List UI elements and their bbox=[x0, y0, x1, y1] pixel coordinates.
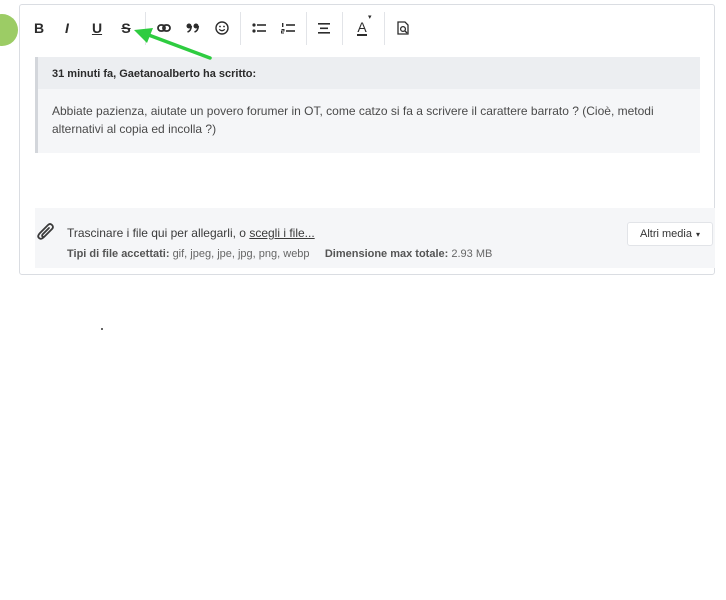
toolbar-divider bbox=[145, 12, 146, 45]
stray-dot bbox=[101, 328, 103, 330]
strikethrough-icon: S bbox=[121, 20, 131, 36]
link-icon bbox=[157, 24, 171, 32]
choose-files-link[interactable]: scegli i file... bbox=[249, 226, 314, 240]
underline-button[interactable]: U bbox=[84, 15, 110, 41]
quote-button[interactable] bbox=[180, 15, 206, 41]
emoji-button[interactable] bbox=[209, 15, 235, 41]
attachment-area[interactable]: Trascinare i file qui per allegarli, o s… bbox=[35, 208, 715, 268]
numbered-list-button[interactable] bbox=[275, 15, 301, 41]
toolbar-divider bbox=[342, 12, 343, 45]
bulleted-list-button[interactable] bbox=[246, 15, 272, 41]
attachment-info: Tipi di file accettati: gif, jpeg, jpe, … bbox=[67, 248, 492, 260]
align-center-icon bbox=[318, 22, 330, 34]
italic-icon: I bbox=[65, 20, 69, 36]
smiley-icon bbox=[215, 21, 229, 35]
link-button[interactable] bbox=[151, 15, 177, 41]
underline-icon: U bbox=[91, 20, 103, 36]
text-color-icon: A bbox=[357, 18, 367, 36]
preview-button[interactable] bbox=[390, 15, 416, 41]
bold-icon: B bbox=[33, 20, 45, 36]
quote-icon bbox=[186, 23, 200, 33]
strikethrough-button[interactable]: S bbox=[113, 15, 139, 41]
chevron-down-icon: ▾ bbox=[695, 229, 700, 239]
paperclip-icon bbox=[37, 223, 54, 240]
toolbar-divider bbox=[240, 12, 241, 45]
align-button[interactable] bbox=[311, 15, 337, 41]
preview-icon bbox=[396, 21, 409, 35]
attachment-prompt-text: Trascinare i file qui per allegarli, o bbox=[67, 226, 250, 240]
file-types-label: Tipi di file accettati: bbox=[67, 248, 170, 260]
bulleted-list-icon bbox=[252, 23, 266, 33]
file-types-value: gif, jpeg, jpe, jpg, png, webp bbox=[172, 248, 310, 260]
text-color-button[interactable]: A ▾ bbox=[349, 14, 375, 41]
editor-toolbar: B I U S A ▾ bbox=[20, 5, 714, 49]
toolbar-divider bbox=[306, 12, 307, 45]
more-media-button[interactable]: Altri media ▾ bbox=[627, 222, 713, 246]
bold-button[interactable]: B bbox=[26, 15, 52, 41]
post-editor: B I U S A ▾ 31 minuti fa, Gaetanoalberto… bbox=[19, 4, 715, 275]
toolbar-divider bbox=[384, 12, 385, 45]
max-size-value: 2.93 MB bbox=[451, 248, 493, 260]
italic-button[interactable]: I bbox=[54, 15, 80, 41]
numbered-list-icon bbox=[281, 23, 295, 34]
chevron-down-icon: ▾ bbox=[368, 14, 372, 21]
quote-block: 31 minuti fa, Gaetanoalberto ha scritto:… bbox=[35, 57, 700, 153]
max-size-label: Dimensione max totale: bbox=[324, 248, 449, 260]
quote-header: 31 minuti fa, Gaetanoalberto ha scritto: bbox=[38, 57, 700, 89]
more-media-label: Altri media bbox=[640, 228, 692, 240]
quote-author: 31 minuti fa, Gaetanoalberto ha scritto: bbox=[52, 68, 257, 80]
quote-text: Abbiate pazienza, aiutate un povero foru… bbox=[52, 104, 654, 136]
attachment-prompt: Trascinare i file qui per allegarli, o s… bbox=[67, 226, 315, 240]
avatar bbox=[0, 14, 18, 46]
